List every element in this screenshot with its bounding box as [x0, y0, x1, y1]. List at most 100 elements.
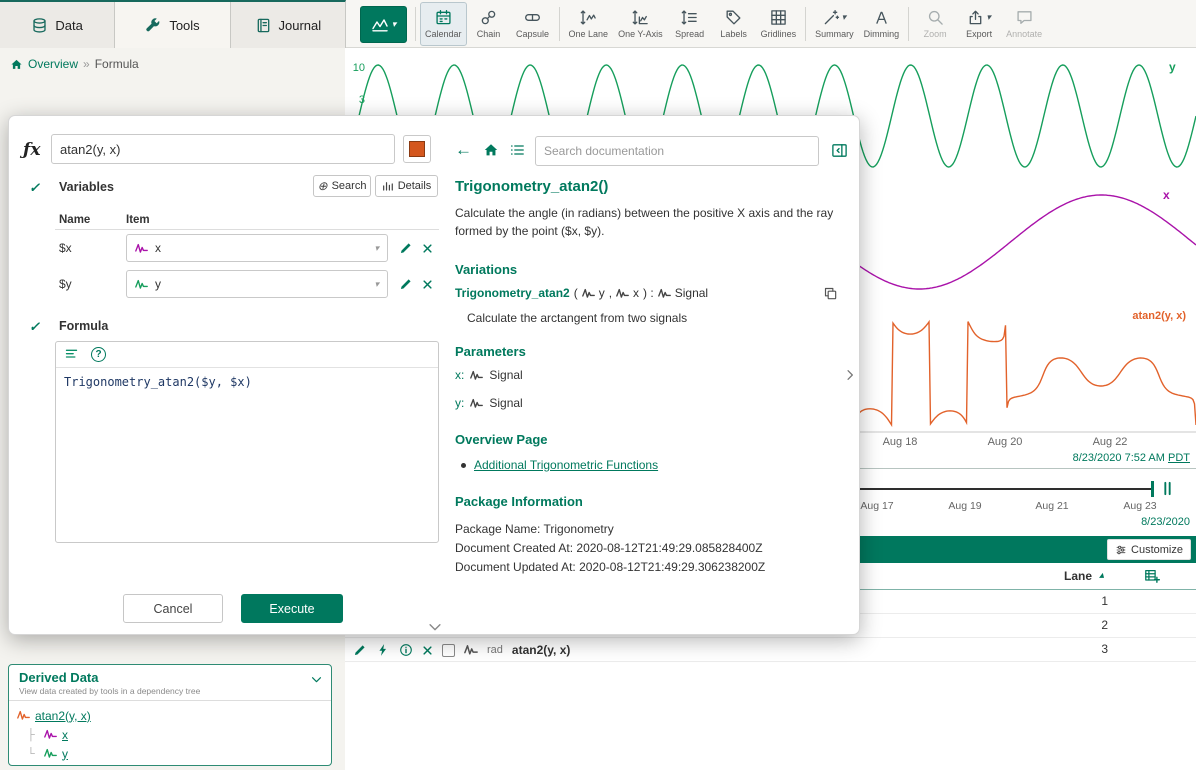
parameter-name: y:: [455, 396, 464, 410]
trig-functions-link[interactable]: Additional Trigonometric Functions: [474, 458, 658, 472]
back-icon[interactable]: ←: [455, 140, 472, 160]
column-header-item: Item: [126, 214, 150, 226]
variable-item-select[interactable]: y ▾: [126, 270, 388, 298]
parameters-heading: Parameters: [455, 344, 526, 359]
home-icon[interactable]: [10, 58, 23, 71]
tab-data[interactable]: Data: [0, 2, 115, 48]
toolbar-button-zoom[interactable]: Zoom: [913, 2, 957, 46]
signal-icon: [44, 728, 57, 741]
tree-child-x-link[interactable]: x: [62, 728, 68, 742]
range-date[interactable]: 8/23/2020: [1141, 516, 1190, 528]
package-name: Package Name: Trigonometry: [455, 520, 614, 538]
variable-details-button[interactable]: Details: [375, 175, 438, 197]
y-axis-tick: 3: [347, 94, 365, 106]
annotate-icon: [1016, 9, 1033, 26]
table-divider: [55, 229, 439, 230]
quick-action-icon[interactable]: [376, 643, 390, 657]
signal-row-content: rad atan2(y, x): [353, 638, 570, 662]
edit-variable-icon[interactable]: [399, 241, 413, 255]
toolbar-button-chain[interactable]: Chain: [467, 2, 511, 46]
calendar-icon: [435, 9, 452, 26]
toolbar-button-spread[interactable]: Spread: [668, 2, 712, 46]
help-icon[interactable]: ?: [91, 347, 106, 362]
derived-data-tree: atan2(y, x) ├ x └ y: [9, 700, 331, 768]
toolbar-button-annotate[interactable]: Annotate: [1001, 2, 1047, 46]
info-icon[interactable]: [399, 643, 413, 657]
formula-tool-dialog: ƒx ✓ Variables ⊕ Search Details Name Ite…: [8, 115, 860, 635]
collapse-panel-icon[interactable]: [831, 142, 848, 159]
toolbar-button-calendar[interactable]: Calendar: [420, 2, 467, 46]
panel-tabs: Data Tools Journal: [0, 0, 346, 48]
table-row[interactable]: rad atan2(y, x) 3: [345, 638, 1196, 662]
variation-function[interactable]: Trigonometry_atan2: [455, 286, 570, 300]
row-checkbox[interactable]: [442, 644, 455, 657]
caret-down-icon: ▾: [842, 13, 847, 22]
lane-column-header[interactable]: Lane: [1064, 569, 1092, 583]
edit-icon[interactable]: [353, 643, 367, 657]
seeq-workbench: Data Tools Journal ▾ Calendar: [0, 0, 1196, 770]
toolbar-separator: [908, 7, 909, 41]
sort-ascending-icon[interactable]: ▴: [1099, 570, 1104, 581]
tree-item-y[interactable]: └ y: [27, 744, 323, 763]
signal-icon: [658, 287, 671, 300]
tree-item-x[interactable]: ├ x: [27, 725, 323, 744]
toolbar-button-dimming[interactable]: Dimming: [859, 2, 905, 46]
docs-search-input[interactable]: [535, 136, 819, 166]
cancel-button[interactable]: Cancel: [123, 594, 223, 623]
chevron-right-icon[interactable]: [843, 368, 857, 382]
chart-type-dropdown[interactable]: ▾: [360, 6, 407, 43]
y-axis-tick: 10: [347, 62, 365, 74]
derived-data-header[interactable]: Derived Data View data created by tools …: [9, 665, 331, 700]
variable-search-button[interactable]: ⊕ Search: [313, 175, 371, 197]
toolbar-button-gridlines[interactable]: Gridlines: [756, 2, 802, 46]
docs-index-icon[interactable]: [509, 142, 525, 158]
breadcrumb-overview-link[interactable]: Overview: [28, 57, 78, 71]
tree-child-y-link[interactable]: y: [62, 747, 68, 761]
range-selector-handle[interactable]: [1151, 481, 1154, 497]
chevron-down-icon[interactable]: [310, 673, 323, 686]
tree-root-link[interactable]: atan2(y, x): [35, 709, 91, 723]
color-swatch-button[interactable]: [403, 135, 431, 163]
range-tick: Aug 21: [1022, 500, 1082, 512]
customize-button[interactable]: Customize: [1107, 539, 1191, 560]
remove-icon[interactable]: [422, 645, 433, 656]
formula-editor[interactable]: ? Trigonometry_atan2($y, $x): [55, 341, 439, 543]
signal-icon: [616, 287, 629, 300]
plus-circle-icon: ⊕: [318, 180, 328, 192]
gridlines-icon: [770, 9, 787, 26]
formula-code[interactable]: Trigonometry_atan2($y, $x): [56, 368, 438, 396]
toolbar-button-summary[interactable]: ▾ Summary: [810, 2, 859, 46]
variable-name: $x: [59, 241, 72, 255]
trend-chart-icon: [371, 15, 389, 33]
doc-updated-at: Document Updated At: 2020-08-12T21:49:29…: [455, 558, 765, 576]
formula-menu-icon[interactable]: [64, 347, 79, 362]
remove-variable-icon[interactable]: [422, 279, 433, 290]
variation-signature: Trigonometry_atan2 ( y , x ) : Signal: [455, 286, 815, 300]
cursor-timezone[interactable]: PDT: [1168, 452, 1190, 464]
tab-tools-label: Tools: [169, 18, 199, 33]
signal-name[interactable]: atan2(y, x): [512, 643, 570, 657]
tab-journal-label: Journal: [279, 18, 322, 33]
check-icon: ✓: [29, 319, 40, 335]
toolbar-button-one-y-axis[interactable]: One Y-Axis: [613, 2, 668, 46]
selected-item-label: x: [155, 241, 161, 255]
tab-journal[interactable]: Journal: [231, 2, 345, 48]
execute-button[interactable]: Execute: [241, 594, 343, 623]
toolbar-button-export[interactable]: ▾ Export: [957, 2, 1001, 46]
remove-variable-icon[interactable]: [422, 243, 433, 254]
lane-value: 1: [1101, 594, 1108, 608]
toolbar-button-capsule[interactable]: Capsule: [511, 2, 555, 46]
edit-variable-icon[interactable]: [399, 277, 413, 291]
tree-item-root[interactable]: atan2(y, x): [17, 706, 323, 725]
toolbar-button-labels[interactable]: Labels: [712, 2, 756, 46]
variable-item-select[interactable]: x ▾: [126, 234, 388, 262]
toolbar-button-one-lane[interactable]: One Lane: [564, 2, 614, 46]
range-grip-icon[interactable]: [1159, 480, 1176, 497]
add-column-icon[interactable]: [1144, 568, 1160, 584]
formula-name-input[interactable]: [51, 134, 395, 164]
copy-icon[interactable]: [823, 286, 838, 301]
collapse-dialog-icon[interactable]: [427, 619, 443, 635]
one-y-axis-icon: [632, 9, 649, 26]
docs-home-icon[interactable]: [483, 142, 499, 158]
tab-tools[interactable]: Tools: [115, 2, 230, 48]
